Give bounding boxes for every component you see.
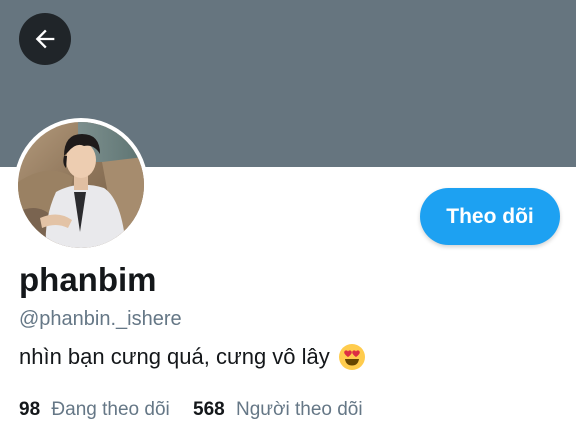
avatar[interactable] [14, 118, 148, 252]
back-button[interactable] [19, 13, 71, 65]
follow-button[interactable]: Theo dõi [420, 188, 560, 245]
followers-stat[interactable]: 568 Người theo dõi [193, 399, 363, 422]
profile-bio: nhìn bạn cưng quá, cưng vô lây [19, 343, 366, 371]
followers-count: 568 [193, 399, 225, 420]
followers-label: Người theo dõi [236, 399, 363, 420]
profile-stats: 98 Đang theo dõi 568 Người theo dõi [19, 399, 381, 422]
arrow-left-icon [31, 25, 59, 53]
bio-text: nhìn bạn cưng quá, cưng vô lây [19, 343, 330, 369]
heart-eyes-emoji-icon [338, 343, 366, 371]
display-name: phanbim [19, 261, 157, 298]
username-handle: @phanbin._ishere [19, 308, 182, 330]
following-label: Đang theo dõi [51, 399, 170, 420]
following-count: 98 [19, 399, 41, 420]
following-stat[interactable]: 98 Đang theo dõi [19, 399, 170, 422]
avatar-photo [18, 122, 144, 248]
